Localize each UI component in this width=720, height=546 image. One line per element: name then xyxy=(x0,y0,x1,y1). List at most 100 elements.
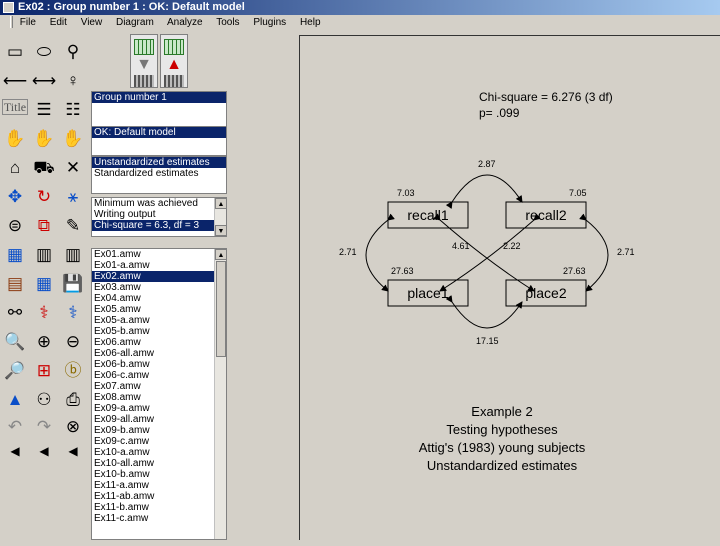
message-item: Writing output xyxy=(94,209,156,220)
analysis-props-icon[interactable]: ▥ xyxy=(30,241,58,267)
file-item[interactable]: Ex09-c.amw xyxy=(92,436,226,447)
scroll-down-arrow-icon[interactable]: ▼ xyxy=(215,225,227,236)
file-item[interactable]: Ex07.amw xyxy=(92,381,226,392)
file-item[interactable]: Ex01-a.amw xyxy=(92,260,226,271)
copy-clipboard-icon[interactable]: 💾 xyxy=(59,270,87,296)
file-item[interactable]: Ex10-b.amw xyxy=(92,469,226,480)
p-value-text: p= .099 xyxy=(479,106,520,120)
covariance-icon[interactable]: ⟷ xyxy=(30,67,58,93)
file-item[interactable]: Ex11-b.amw xyxy=(92,502,226,513)
file-item[interactable]: Ex09-all.amw xyxy=(92,414,226,425)
file-item[interactable]: Ex08.amw xyxy=(92,392,226,403)
file-item[interactable]: Ex06-b.amw xyxy=(92,359,226,370)
calculate-icon[interactable]: ▥ xyxy=(59,241,87,267)
messages-list[interactable]: Minimum was achieved Writing output Chi-… xyxy=(91,197,227,237)
files-scrollbar[interactable]: ▲ xyxy=(214,249,227,539)
model-item[interactable]: OK: Default model xyxy=(92,127,226,138)
bayes-icon[interactable]: ⓑ xyxy=(59,357,87,383)
binoculars-icon[interactable]: ⊗ xyxy=(59,413,87,439)
place2-label: place2 xyxy=(525,285,566,301)
zoom-page-icon[interactable]: 🔎 xyxy=(1,357,29,383)
menu-view[interactable]: View xyxy=(81,17,103,28)
file-item[interactable]: Ex10-all.amw xyxy=(92,458,226,469)
file-item[interactable]: Ex06-c.amw xyxy=(92,370,226,381)
path-arrow-icon[interactable]: ⟵ xyxy=(1,67,29,93)
redo-icon[interactable]: ↷ xyxy=(30,413,58,439)
estimates-standardized[interactable]: Standardized estimates xyxy=(92,168,226,179)
unique-var-icon[interactable]: ♀ xyxy=(59,67,87,93)
file-item[interactable]: Ex10-a.amw xyxy=(92,447,226,458)
file-item[interactable]: Ex11-ab.amw xyxy=(92,491,226,502)
estimates-unstandardized[interactable]: Unstandardized estimates xyxy=(92,157,226,168)
specification-search-icon[interactable]: ⚯ xyxy=(1,299,29,325)
title-icon[interactable]: Title xyxy=(2,99,28,115)
view-text-icon[interactable]: ▤ xyxy=(1,270,29,296)
files-list[interactable]: Ex01.amw Ex01-a.amw Ex02.amw Ex03.amw Ex… xyxy=(91,248,227,540)
list-data-icon[interactable]: ☷ xyxy=(59,96,87,122)
print-icon[interactable]: ⚕ xyxy=(59,299,87,325)
groups-list[interactable]: Group number 1 xyxy=(91,91,227,127)
file-item[interactable]: Ex04.amw xyxy=(92,293,226,304)
ellipse-icon[interactable]: ⬭ xyxy=(30,38,58,64)
deselect-all-icon[interactable]: ✋ xyxy=(59,125,87,151)
file-item[interactable]: Ex05-a.amw xyxy=(92,315,226,326)
bayesian-icon[interactable]: ▲ xyxy=(1,386,29,412)
view-output-button[interactable]: ▲ xyxy=(160,34,188,88)
reflect-icon[interactable]: ⚹ xyxy=(59,183,87,209)
scroll-up-arrow-icon[interactable]: ▲ xyxy=(215,198,227,209)
data-file-icon[interactable]: ▦ xyxy=(1,241,29,267)
move-icon[interactable]: ⛟ xyxy=(30,154,58,180)
select-one-icon[interactable]: ✋ xyxy=(1,125,29,151)
save-icon[interactable]: ▦ xyxy=(30,270,58,296)
file-item[interactable]: Ex09-a.amw xyxy=(92,403,226,414)
menu-plugins[interactable]: Plugins xyxy=(253,17,286,28)
rotate-icon[interactable]: ↻ xyxy=(30,183,58,209)
file-item[interactable]: Ex11-c.amw xyxy=(92,513,226,524)
file-item[interactable]: Ex09-b.amw xyxy=(92,425,226,436)
models-list[interactable]: OK: Default model xyxy=(91,126,227,156)
scroll-up-arrow-icon[interactable]: ▲ xyxy=(215,249,227,260)
select-all-icon[interactable]: ✋ xyxy=(30,125,58,151)
file-item[interactable]: Ex06.amw xyxy=(92,337,226,348)
erase-icon[interactable]: ✕ xyxy=(59,154,87,180)
zoom-in-icon[interactable]: ⊕ xyxy=(30,328,58,354)
touch-up-icon[interactable]: ✎ xyxy=(59,212,87,238)
file-item[interactable]: Ex03.amw xyxy=(92,282,226,293)
file-item[interactable]: Ex06-all.amw xyxy=(92,348,226,359)
loupe-icon[interactable]: ⎙ xyxy=(59,386,87,412)
menu-analyze[interactable]: Analyze xyxy=(167,17,203,28)
diagram-canvas[interactable]: Chi-square = 6.276 (3 df) p= .099 recall… xyxy=(230,31,720,540)
window-title-bar[interactable]: Ex02 : Group number 1 : OK: Default mode… xyxy=(0,0,720,15)
menu-help[interactable]: Help xyxy=(300,17,321,28)
file-item[interactable]: Ex01.amw xyxy=(92,249,226,260)
menu-file[interactable]: File xyxy=(20,17,36,28)
menu-edit[interactable]: Edit xyxy=(50,17,67,28)
view-input-button[interactable]: ▼ xyxy=(130,34,158,88)
files-scroll-thumb[interactable] xyxy=(216,261,226,357)
move-params-icon[interactable]: ⊜ xyxy=(1,212,29,238)
duplicate-icon[interactable]: ⌂ xyxy=(1,154,29,180)
file-item[interactable]: Ex05-b.amw xyxy=(92,326,226,337)
reposition-icon[interactable]: ⧉ xyxy=(30,212,58,238)
rectangle-icon[interactable]: ▭ xyxy=(1,38,29,64)
scroll-up-icon[interactable]: ◀ xyxy=(59,438,87,464)
menu-tools[interactable]: Tools xyxy=(216,17,239,28)
degrees-freedom-icon[interactable]: ⚇ xyxy=(30,386,58,412)
file-item[interactable]: Ex11-a.amw xyxy=(92,480,226,491)
group-item[interactable]: Group number 1 xyxy=(92,92,226,103)
undo-icon[interactable]: ↶ xyxy=(1,413,29,439)
multiple-group-icon[interactable]: ⚕ xyxy=(30,299,58,325)
file-item[interactable]: Ex05.amw xyxy=(92,304,226,315)
zoom-select-icon[interactable]: 🔍 xyxy=(1,328,29,354)
shape-change-icon[interactable]: ✥ xyxy=(1,183,29,209)
menu-diagram[interactable]: Diagram xyxy=(116,17,154,28)
zoom-out-icon[interactable]: ⊖ xyxy=(59,328,87,354)
fit-page-icon[interactable]: ⊞ xyxy=(30,357,58,383)
list-variables-icon[interactable]: ☰ xyxy=(30,96,58,122)
indicator-icon[interactable]: ⚲ xyxy=(59,38,87,64)
scroll-left-icon[interactable]: ◀ xyxy=(1,438,29,464)
file-item[interactable]: Ex02.amw xyxy=(92,271,226,282)
scroll-right-icon[interactable]: ◀ xyxy=(30,438,58,464)
messages-scrollbar[interactable]: ▲ ▼ xyxy=(214,198,227,236)
estimates-list[interactable]: Unstandardized estimates Standardized es… xyxy=(91,156,227,194)
